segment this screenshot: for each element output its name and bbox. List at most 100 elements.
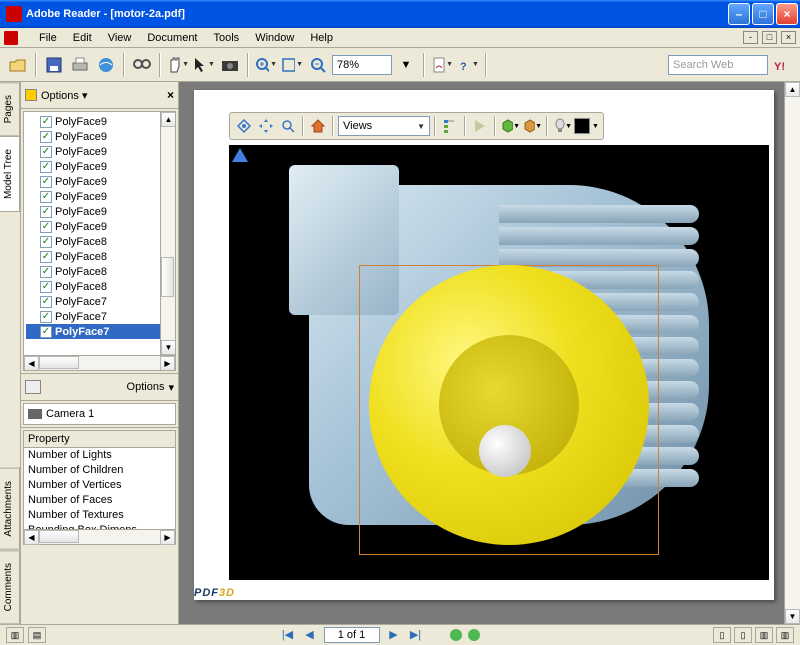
tree-item[interactable]: ✓PolyFace9 (26, 174, 173, 189)
tab-pages[interactable]: Pages (0, 82, 20, 136)
zoom-in-button[interactable]: ▼ (254, 53, 278, 77)
tree-vscroll[interactable]: ▲▼ (160, 112, 175, 355)
tree-item[interactable]: ✓PolyFace9 (26, 129, 173, 144)
camera-options-label[interactable]: Options (127, 381, 165, 393)
tab-comments[interactable]: Comments (0, 550, 20, 624)
menu-help[interactable]: Help (303, 30, 340, 46)
checkbox-icon[interactable]: ✓ (40, 251, 52, 263)
tree-item[interactable]: ✓PolyFace7 (26, 324, 173, 339)
back-nav-button[interactable] (450, 629, 462, 641)
tree-item[interactable]: ✓PolyFace9 (26, 114, 173, 129)
menu-edit[interactable]: Edit (66, 30, 99, 46)
3d-render-mode-button[interactable]: ▼ (500, 116, 520, 136)
continuous-view-button[interactable]: ▯ (734, 627, 752, 643)
select-tool-button[interactable]: ▼ (192, 53, 216, 77)
menu-document[interactable]: Document (140, 30, 204, 46)
checkbox-icon[interactable]: ✓ (40, 296, 52, 308)
checkbox-icon[interactable]: ✓ (40, 311, 52, 323)
property-row[interactable]: Number of Vertices (24, 478, 175, 493)
tree-item[interactable]: ✓PolyFace8 (26, 234, 173, 249)
tree-item[interactable]: ✓PolyFace8 (26, 249, 173, 264)
page-indicator[interactable]: 1 of 1 (324, 627, 380, 643)
menu-tools[interactable]: Tools (207, 30, 247, 46)
checkbox-icon[interactable]: ✓ (40, 236, 52, 248)
zoom-fit-button[interactable]: ▼ (280, 53, 304, 77)
last-page-button[interactable]: ▶| (408, 628, 424, 642)
sb-layout-button[interactable]: ▤ (28, 627, 46, 643)
tree-item[interactable]: ✓PolyFace9 (26, 144, 173, 159)
mdi-restore-button[interactable]: □ (762, 31, 777, 44)
search-button[interactable] (130, 53, 154, 77)
checkbox-icon[interactable]: ✓ (40, 206, 52, 218)
sb-pane-button[interactable]: ▥ (6, 627, 24, 643)
tree-item[interactable]: ✓PolyFace8 (26, 264, 173, 279)
open-button[interactable] (6, 53, 30, 77)
tree-item[interactable]: ✓PolyFace7 (26, 294, 173, 309)
single-page-view-button[interactable]: ▯ (713, 627, 731, 643)
print-button[interactable] (68, 53, 92, 77)
checkbox-icon[interactable]: ✓ (40, 326, 52, 338)
3d-home-button[interactable] (308, 116, 328, 136)
minimize-button[interactable]: – (728, 3, 750, 25)
3d-tree-button[interactable] (440, 116, 460, 136)
yahoo-search-button[interactable]: Y! (770, 53, 794, 77)
tree-item[interactable]: ✓PolyFace9 (26, 204, 173, 219)
panel-close-button[interactable]: × (167, 88, 174, 102)
mdi-minimize-button[interactable]: - (743, 31, 758, 44)
document-page[interactable]: Views▼ ▼ ▼ ▼ ▼ (194, 90, 774, 600)
facing-view-button[interactable]: ▥ (755, 627, 773, 643)
search-web-input[interactable]: Search Web (668, 55, 768, 75)
prev-page-button[interactable]: ◀ (302, 628, 318, 642)
property-row[interactable]: Number of Children (24, 463, 175, 478)
options-label[interactable]: Options (41, 90, 79, 102)
3d-bgcolor-button[interactable] (574, 118, 590, 134)
checkbox-icon[interactable]: ✓ (40, 266, 52, 278)
zoom-out-button[interactable] (306, 53, 330, 77)
3d-cross-section-button[interactable]: ▼ (522, 116, 542, 136)
continuous-facing-view-button[interactable]: ▥ (776, 627, 794, 643)
tab-model-tree[interactable]: Model Tree (0, 136, 20, 212)
save-button[interactable] (42, 53, 66, 77)
tree-item[interactable]: ✓PolyFace9 (26, 159, 173, 174)
checkbox-icon[interactable]: ✓ (40, 161, 52, 173)
checkbox-icon[interactable]: ✓ (40, 281, 52, 293)
sign-button[interactable]: ▼ (430, 53, 454, 77)
checkbox-icon[interactable]: ✓ (40, 146, 52, 158)
3d-pan-button[interactable] (256, 116, 276, 136)
property-row[interactable]: Number of Lights (24, 448, 175, 463)
3d-viewport[interactable] (229, 145, 769, 580)
menu-view[interactable]: View (101, 30, 139, 46)
tree-item[interactable]: ✓PolyFace7 (26, 309, 173, 324)
close-button[interactable]: × (776, 3, 798, 25)
forward-nav-button[interactable] (468, 629, 480, 641)
help-button[interactable]: ?▼ (456, 53, 480, 77)
checkbox-icon[interactable]: ✓ (40, 221, 52, 233)
document-vscroll[interactable]: ▲▼ (784, 82, 800, 624)
menu-window[interactable]: Window (248, 30, 301, 46)
first-page-button[interactable]: |◀ (280, 628, 296, 642)
zoom-level-input[interactable]: 78% (332, 55, 392, 75)
3d-lighting-button[interactable]: ▼ (552, 116, 572, 136)
checkbox-icon[interactable]: ✓ (40, 131, 52, 143)
menu-file[interactable]: File (32, 30, 64, 46)
3d-play-button[interactable] (470, 116, 490, 136)
3d-views-dropdown[interactable]: Views▼ (338, 116, 430, 136)
prop-hscroll[interactable]: ◀▶ (24, 529, 175, 544)
tree-item[interactable]: ✓PolyFace9 (26, 189, 173, 204)
tree-item[interactable]: ✓PolyFace8 (26, 279, 173, 294)
property-row[interactable]: Number of Faces (24, 493, 175, 508)
checkbox-icon[interactable]: ✓ (40, 116, 52, 128)
3d-rotate-button[interactable] (234, 116, 254, 136)
maximize-button[interactable]: □ (752, 3, 774, 25)
camera-list[interactable]: Camera 1 (23, 403, 176, 425)
checkbox-icon[interactable]: ✓ (40, 176, 52, 188)
3d-zoom-button[interactable] (278, 116, 298, 136)
tab-attachments[interactable]: Attachments (0, 468, 20, 550)
hand-tool-button[interactable]: ▼ (166, 53, 190, 77)
tree-item[interactable]: ✓PolyFace9 (26, 219, 173, 234)
tree-hscroll[interactable]: ◀▶ (24, 355, 175, 370)
zoom-dropdown-button[interactable]: ▼ (394, 53, 418, 77)
email-button[interactable] (94, 53, 118, 77)
checkbox-icon[interactable]: ✓ (40, 191, 52, 203)
next-page-button[interactable]: ▶ (386, 628, 402, 642)
